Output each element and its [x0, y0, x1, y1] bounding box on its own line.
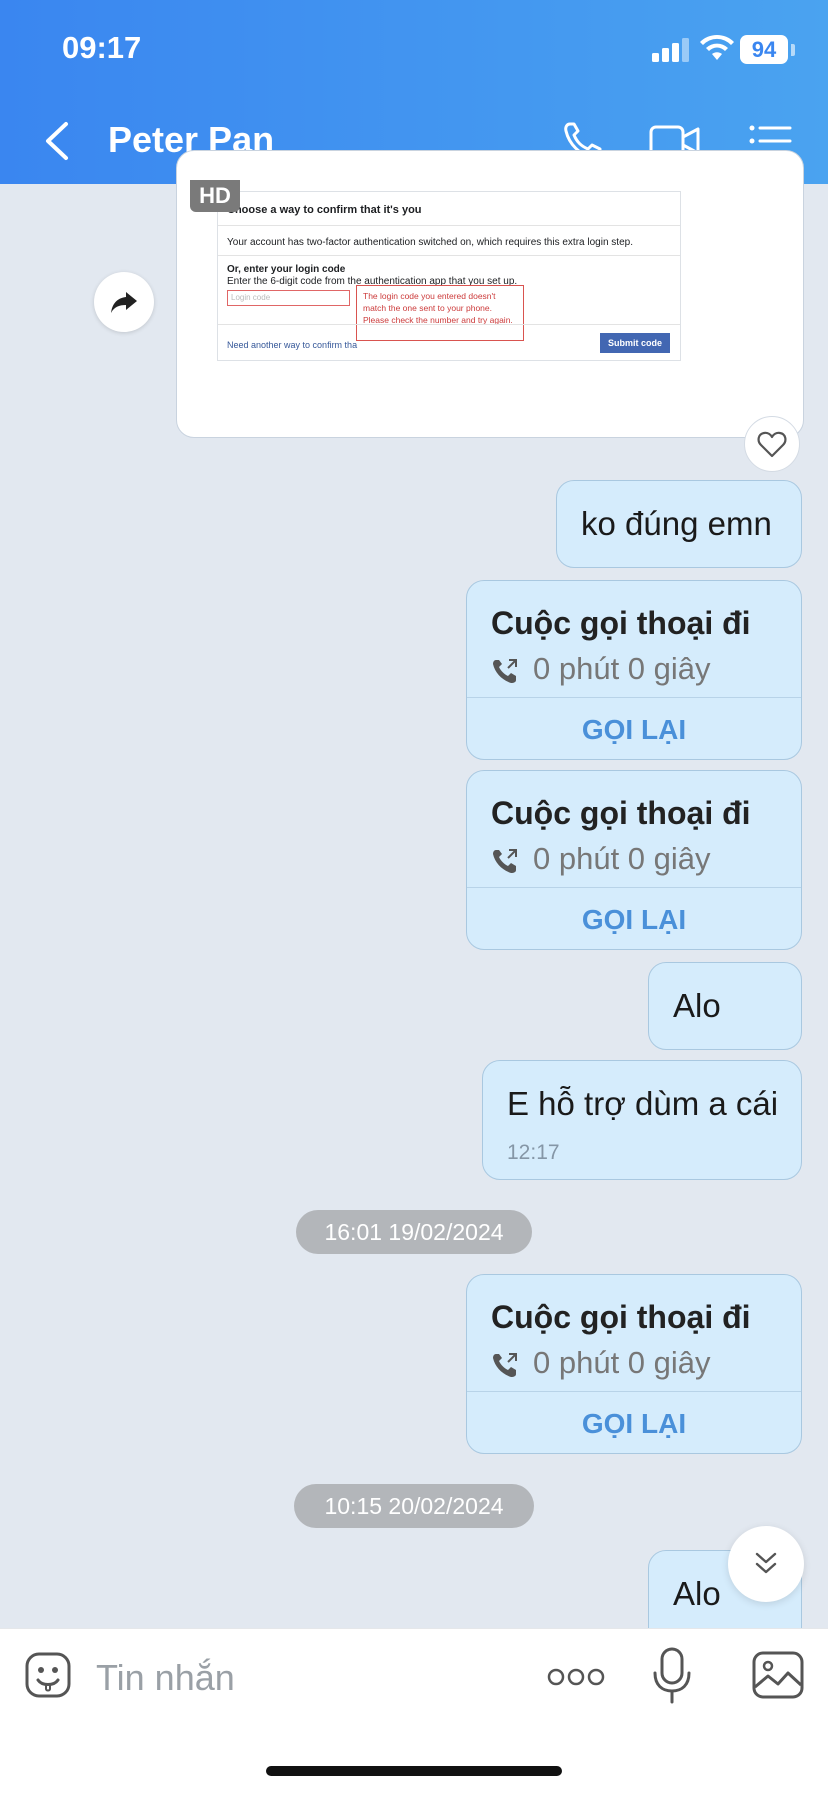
microphone-icon[interactable] — [652, 1647, 692, 1705]
wifi-icon — [700, 34, 734, 60]
call-back-button[interactable]: GỌI LẠI — [467, 904, 801, 936]
date-divider: 16:01 19/02/2024 — [296, 1210, 532, 1254]
shared-screenshot: Choose a way to confirm that it's you Yo… — [217, 191, 681, 361]
screenshot-title: Choose a way to confirm that it's you — [227, 204, 422, 216]
battery-indicator: 94 — [740, 35, 788, 64]
error-tooltip: The login code you entered doesn't match… — [356, 285, 524, 341]
message-bubble[interactable]: ko đúng emn — [556, 480, 802, 568]
hd-badge: HD — [190, 180, 240, 212]
scroll-to-bottom-button[interactable] — [728, 1526, 804, 1602]
call-card: Cuộc gọi thoại đi 0 phút 0 giây GỌI LẠI — [466, 770, 802, 950]
divider — [467, 697, 801, 698]
date-divider: 10:15 20/02/2024 — [294, 1484, 534, 1528]
outgoing-call-icon — [493, 849, 517, 873]
more-options-icon[interactable] — [546, 1659, 606, 1695]
call-back-button[interactable]: GỌI LẠI — [467, 714, 801, 746]
message-text: Alo — [673, 987, 721, 1024]
double-chevron-down-icon — [755, 1552, 777, 1574]
call-duration: 0 phút 0 giây — [533, 841, 711, 876]
message-bubble[interactable]: E hỗ trợ dùm a cái 12:17 — [482, 1060, 802, 1180]
heart-icon — [757, 431, 787, 458]
image-message[interactable]: Choose a way to confirm that it's you Yo… — [176, 150, 804, 438]
divider — [467, 887, 801, 888]
message-text: ko đúng emn — [581, 505, 772, 542]
call-duration: 0 phút 0 giây — [533, 651, 711, 686]
message-input[interactable] — [94, 1649, 518, 1707]
message-text: E hỗ trợ dùm a cái — [507, 1085, 779, 1122]
call-card: Cuộc gọi thoại đi 0 phút 0 giây GỌI LẠI — [466, 1274, 802, 1454]
call-title: Cuộc gọi thoại đi — [491, 605, 751, 641]
call-back-button[interactable]: GỌI LẠI — [467, 1408, 801, 1440]
divider — [218, 225, 680, 226]
outgoing-call-icon — [493, 1353, 517, 1377]
outgoing-call-icon — [493, 659, 517, 683]
divider — [218, 255, 680, 256]
message-bubble[interactable]: Alo — [648, 962, 802, 1050]
like-button[interactable] — [744, 416, 800, 472]
call-title: Cuộc gọi thoại đi — [491, 1299, 751, 1335]
home-indicator — [266, 1766, 562, 1776]
call-card: Cuộc gọi thoại đi 0 phút 0 giây GỌI LẠI — [466, 580, 802, 760]
image-gallery-icon[interactable] — [752, 1651, 804, 1699]
screenshot-heading: Or, enter your login code — [227, 264, 346, 275]
screenshot-link: Need another way to confirm tha — [227, 340, 358, 350]
battery-tip — [791, 44, 795, 56]
divider — [467, 1391, 801, 1392]
submit-code-button: Submit code — [600, 333, 670, 353]
login-code-field: Login code — [227, 290, 350, 306]
call-title: Cuộc gọi thoại đi — [491, 795, 751, 831]
back-button[interactable] — [38, 118, 78, 164]
share-button[interactable] — [94, 272, 154, 332]
divider — [218, 324, 680, 325]
sticker-icon[interactable] — [24, 1651, 72, 1699]
screenshot-text: Your account has two-factor authenticati… — [227, 237, 633, 248]
call-duration: 0 phút 0 giây — [533, 1345, 711, 1380]
message-time: 12:17 — [507, 1141, 560, 1164]
share-arrow-icon — [111, 292, 137, 313]
signal-icon — [652, 38, 689, 62]
status-time: 09:17 — [62, 30, 142, 65]
message-text: Alo — [673, 1575, 721, 1612]
